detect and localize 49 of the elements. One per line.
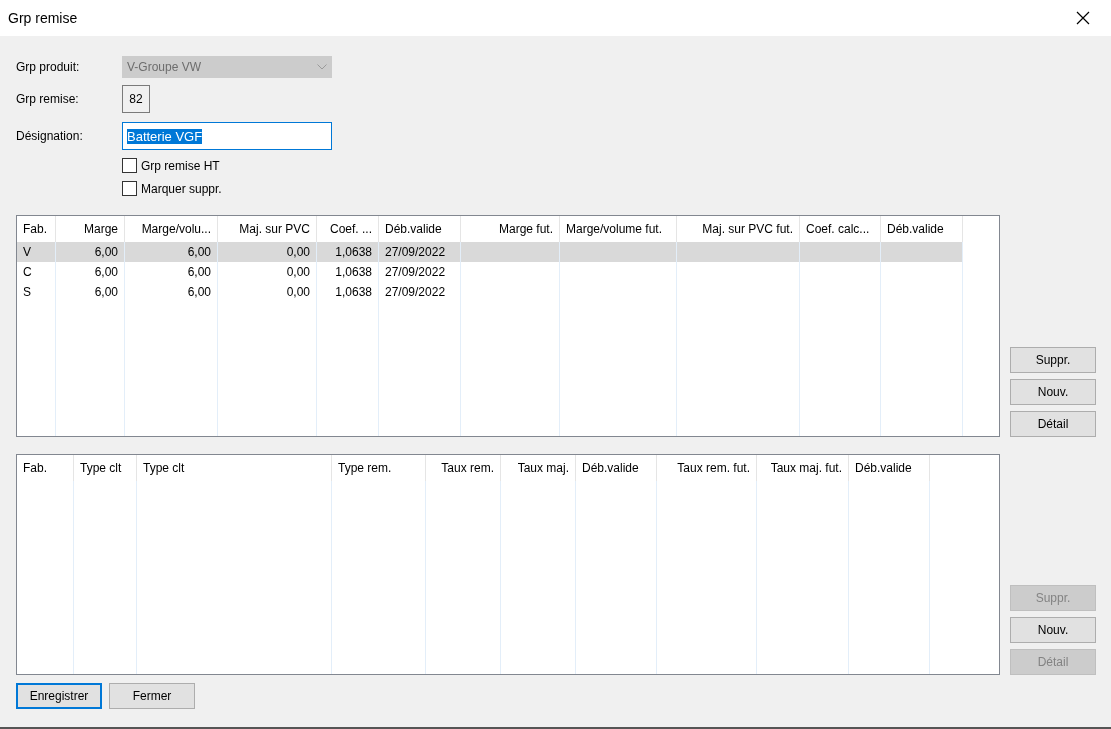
table-cell: C (17, 262, 56, 282)
table-row[interactable]: V 6,00 6,00 0,00 1,0638 27/09/2022 (17, 242, 963, 262)
action-button[interactable]: Nouv. (1010, 379, 1096, 405)
table-cell: 0,00 (218, 262, 317, 282)
footer-button[interactable]: Fermer (109, 683, 195, 709)
table-cell: 1,0638 (317, 282, 379, 302)
table-cell: 6,00 (56, 262, 125, 282)
table-cell: S (17, 282, 56, 302)
column-header[interactable]: Déb.valide (576, 455, 657, 481)
table-cell: V (17, 242, 56, 262)
table-row[interactable]: C 6,00 6,00 0,00 1,0638 27/09/2022 (17, 262, 963, 282)
table-cell: 27/09/2022 (379, 282, 461, 302)
column-header[interactable]: Taux rem. (426, 455, 501, 481)
column-header[interactable]: Type clt (137, 455, 332, 481)
table-cell: 6,00 (125, 282, 218, 302)
column-header[interactable]: Taux maj. (501, 455, 576, 481)
table-cell: 27/09/2022 (379, 242, 461, 262)
table-cell: 27/09/2022 (379, 262, 461, 282)
window-title: Grp remise (8, 10, 78, 26)
checkbox[interactable] (122, 158, 137, 173)
checkbox[interactable] (122, 181, 137, 196)
column-header[interactable]: Type clt (74, 455, 137, 481)
column-header[interactable]: Déb.valide (849, 455, 930, 481)
table-cell: 0,00 (218, 242, 317, 262)
field-label: Désignation: (16, 129, 84, 143)
footer-button[interactable]: Enregistrer (16, 683, 102, 709)
close-icon (1076, 11, 1090, 25)
designation-field[interactable]: Batterie VGF (122, 122, 332, 150)
column-header[interactable]: Fab. (17, 455, 74, 481)
table-cell: 6,00 (56, 282, 125, 302)
action-button[interactable]: Détail (1010, 411, 1096, 437)
field-label: Grp produit: (16, 60, 81, 74)
checkbox-label: Marquer suppr. (141, 181, 222, 196)
table-cell: 6,00 (125, 262, 218, 282)
table-cell: 1,0638 (317, 242, 379, 262)
field-label: Grp remise: (16, 92, 80, 106)
table-cell: 6,00 (125, 242, 218, 262)
column-header[interactable]: Type rem. (332, 455, 426, 481)
table-cell: 6,00 (56, 242, 125, 262)
table-cell: 1,0638 (317, 262, 379, 282)
checkbox-label: Grp remise HT (141, 158, 220, 173)
table-cell: 0,00 (218, 282, 317, 302)
discount-group-field: 82 (122, 85, 150, 113)
action-button[interactable]: Nouv. (1010, 617, 1096, 643)
table-row[interactable]: S 6,00 6,00 0,00 1,0638 27/09/2022 (17, 282, 963, 302)
column-header[interactable]: Taux maj. fut. (757, 455, 849, 481)
action-button[interactable]: Suppr. (1010, 347, 1096, 373)
column-header[interactable]: Taux rem. fut. (657, 455, 757, 481)
chevron-down-icon (317, 64, 327, 70)
